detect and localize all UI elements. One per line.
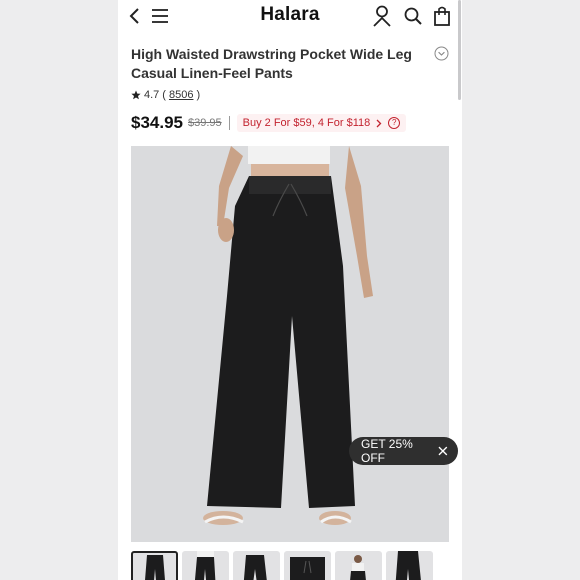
sale-price: $34.95 <box>131 113 183 132</box>
chevron-right-icon <box>376 119 382 127</box>
get-discount-button[interactable]: GET 25% OFF <box>349 437 458 465</box>
open-paren: ( <box>162 89 166 101</box>
thumbnail-image <box>243 555 267 580</box>
search-icon[interactable] <box>403 6 423 26</box>
rating-value: 4.7 <box>144 89 160 101</box>
thumbnail-image <box>395 551 421 580</box>
thumbnail-image <box>145 555 165 580</box>
thumbnail-6[interactable] <box>386 551 433 580</box>
help-icon[interactable]: ? <box>388 117 401 129</box>
thumbnail-strip <box>131 551 433 580</box>
product-page: Halara High Waisted Drawstring Pocket Wi… <box>118 0 462 580</box>
thumbnail-3[interactable] <box>233 551 280 580</box>
thumbnail-5[interactable] <box>335 551 382 580</box>
back-icon[interactable] <box>128 6 142 26</box>
close-paren: ) <box>196 89 201 101</box>
price-row: $34.95 $39.95 Buy 2 For $59, 4 For $118 … <box>131 112 451 134</box>
rating-summary[interactable]: 4.7 ( 8506 ) <box>131 89 200 101</box>
thumbnail-1[interactable] <box>131 551 178 580</box>
brand-logo[interactable]: Halara <box>260 4 319 25</box>
discount-label: GET 25% OFF <box>361 437 413 465</box>
product-title: High Waisted Drawstring Pocket Wide Leg … <box>131 46 412 81</box>
chevron-down-icon[interactable] <box>434 46 449 61</box>
bag-icon[interactable] <box>433 5 451 27</box>
close-icon[interactable] <box>438 446 448 456</box>
model-illustration <box>203 146 373 525</box>
left-backdrop <box>0 0 118 580</box>
thumbnail-2[interactable] <box>182 551 229 580</box>
thumbnail-image <box>350 555 366 580</box>
right-backdrop <box>462 0 580 580</box>
top-navigation-bar: Halara <box>118 0 462 34</box>
price-divider <box>228 116 230 130</box>
user-icon[interactable] <box>372 5 392 27</box>
bundle-promo[interactable]: Buy 2 For $59, 4 For $118 ? <box>236 114 407 132</box>
review-count[interactable]: 8506 <box>169 89 193 101</box>
thumbnail-4[interactable] <box>284 551 331 580</box>
thumbnail-image <box>290 557 325 580</box>
thumbnail-image <box>194 551 216 580</box>
menu-icon[interactable] <box>151 8 169 24</box>
promo-text: Buy 2 For $59, 4 For $118 <box>242 117 371 129</box>
star-icon <box>131 90 141 100</box>
original-price: $39.95 <box>188 117 222 129</box>
product-image[interactable] <box>131 146 449 542</box>
